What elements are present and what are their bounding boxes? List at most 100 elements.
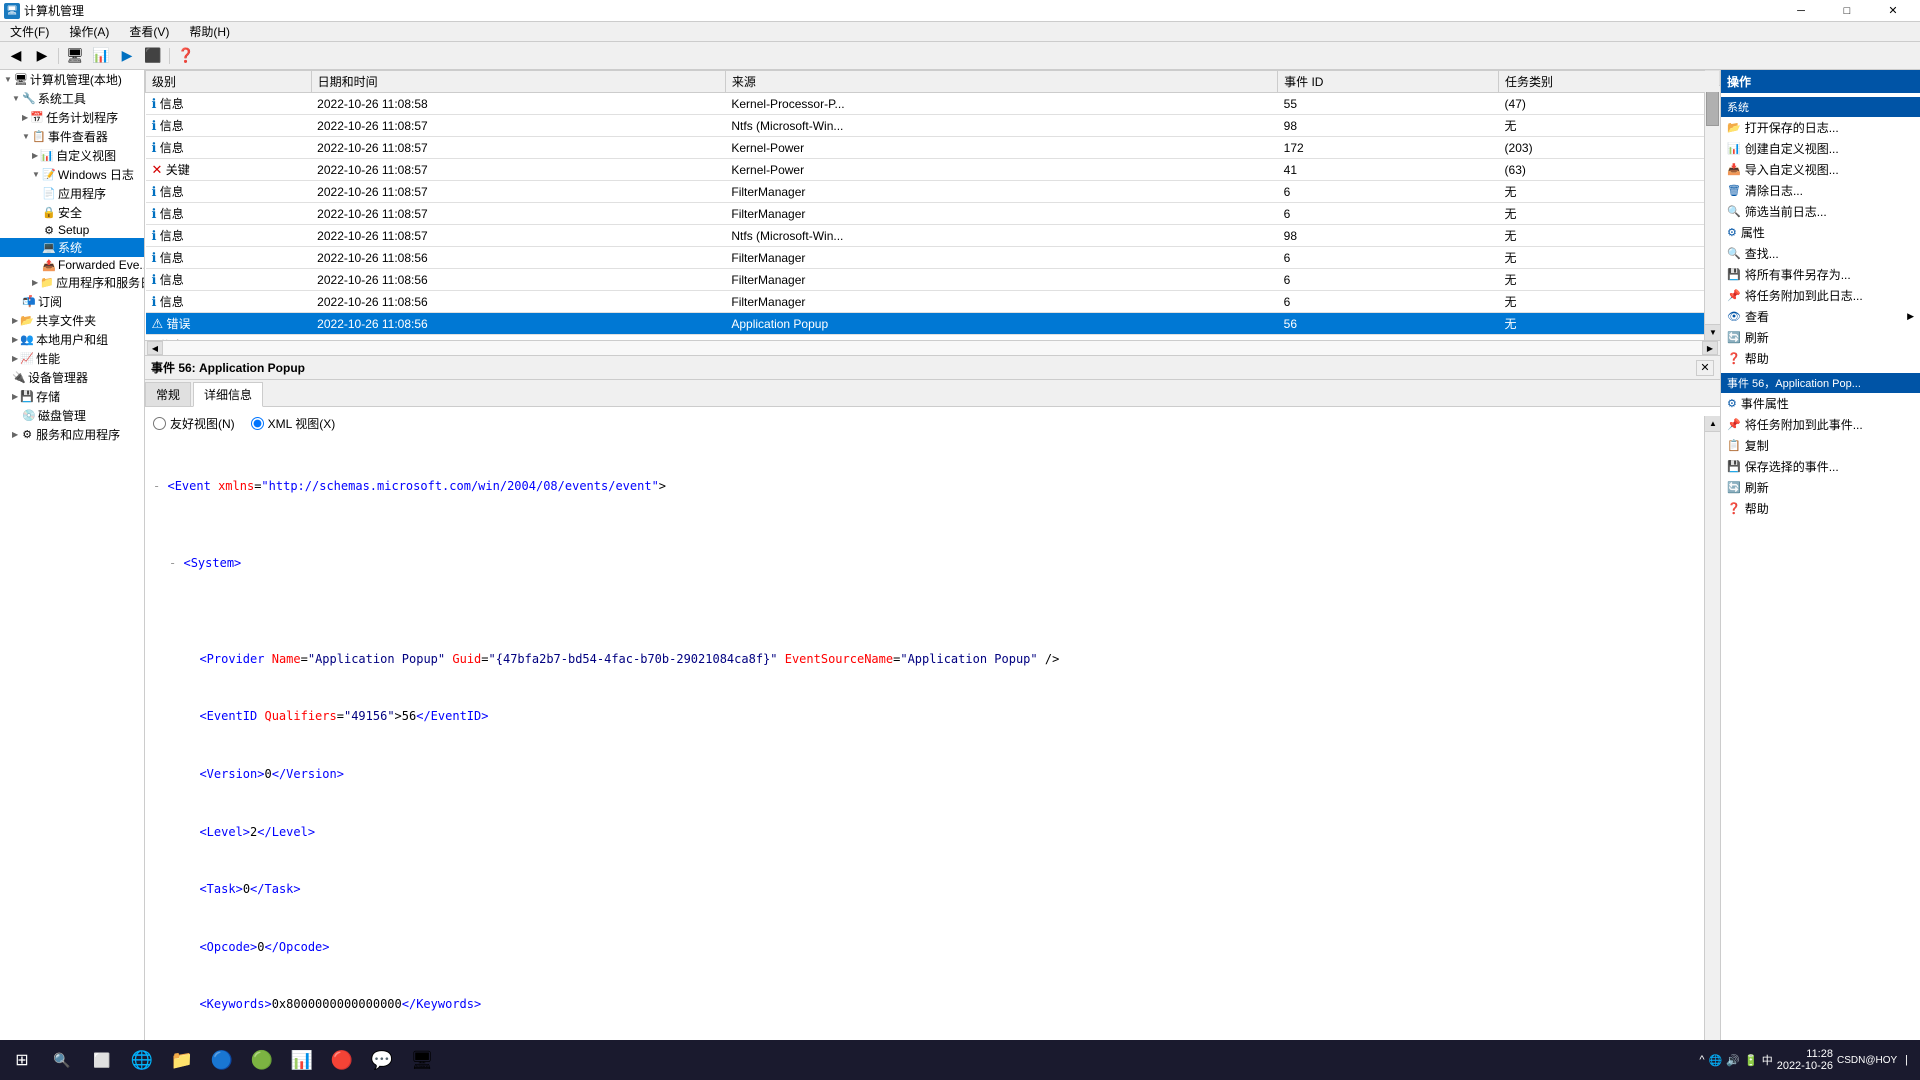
sidebar-item-performance[interactable]: ▶ 📈 性能: [0, 349, 144, 368]
right-panel-event-action-item[interactable]: 📌将任务附加到此事件...: [1721, 414, 1920, 435]
menu-action[interactable]: 操作(A): [63, 22, 115, 41]
sidebar-item-shared-folders[interactable]: ▶ 📂 共享文件夹: [0, 311, 144, 330]
menu-view[interactable]: 查看(V): [123, 22, 175, 41]
right-panel-action-item[interactable]: 📌将任务附加到此日志...: [1721, 285, 1920, 306]
sidebar-item-forwarded[interactable]: 📤 Forwarded Eve...: [0, 257, 144, 273]
vertical-scrollbar[interactable]: ▲ ▼: [1704, 70, 1720, 340]
right-panel-event-action-item[interactable]: ❓帮助: [1721, 498, 1920, 519]
scroll-down-btn[interactable]: ▼: [1705, 324, 1720, 340]
right-panel-action-item[interactable]: 💾将所有事件另存为...: [1721, 264, 1920, 285]
tab-general[interactable]: 常规: [145, 382, 191, 406]
sidebar-item-computer-mgmt[interactable]: ▼ 🖥 计算机管理(本地): [0, 70, 144, 89]
table-row[interactable]: ℹ 信息 2022-10-26 11:08:57 FilterManager 6…: [146, 203, 1720, 225]
minimize-button[interactable]: ─: [1778, 0, 1824, 22]
radio-friendly-view[interactable]: 友好视图(N): [153, 415, 235, 432]
toolbar-forward[interactable]: ▶: [30, 45, 54, 67]
maximize-button[interactable]: □: [1824, 0, 1870, 22]
sidebar-item-task-scheduler[interactable]: ▶ 📅 任务计划程序: [0, 108, 144, 127]
table-row[interactable]: ℹ 信息 2022-10-26 11:08:56 FilterManager 6…: [146, 291, 1720, 313]
event-detail-close-button[interactable]: ✕: [1696, 360, 1714, 376]
col-header-task[interactable]: 任务类别: [1499, 71, 1720, 93]
sidebar-item-subscription[interactable]: 📬 订阅: [0, 292, 144, 311]
xml-scroll-up[interactable]: ▲: [1705, 416, 1720, 432]
taskbar-explorer[interactable]: 📁: [164, 1042, 200, 1078]
tray-battery[interactable]: 🔋: [1744, 1054, 1758, 1067]
right-panel-action-item[interactable]: 🗑清除日志...: [1721, 180, 1920, 201]
table-row[interactable]: ℹ 信息 2022-10-26 11:08:57 Ntfs (Microsoft…: [146, 225, 1720, 247]
radio-xml-view[interactable]: XML 视图(X): [251, 415, 336, 432]
right-panel-event-action-item[interactable]: 💾保存选择的事件...: [1721, 456, 1920, 477]
tray-network[interactable]: 🌐: [1709, 1054, 1723, 1067]
xml-xmlns-link[interactable]: http://schemas.microsoft.com/win/2004/08…: [269, 479, 652, 493]
right-panel-action-item[interactable]: ⚙属性: [1721, 222, 1920, 243]
taskbar-chrome[interactable]: 🔵: [204, 1042, 240, 1078]
taskbar-search[interactable]: 🔍: [44, 1042, 80, 1078]
right-panel-action-item[interactable]: 📂打开保存的日志...: [1721, 117, 1920, 138]
sidebar-item-disk-management[interactable]: 💿 磁盘管理: [0, 406, 144, 425]
table-row[interactable]: ℹ 信息 2022-10-26 11:08:56 FilterManager 6…: [146, 247, 1720, 269]
taskbar-start[interactable]: ⊞: [4, 1042, 40, 1078]
taskbar-time[interactable]: 11:28 2022-10-26: [1777, 1048, 1833, 1072]
toolbar-stop[interactable]: ⬛: [141, 45, 165, 67]
radio-xml-input[interactable]: [251, 417, 264, 430]
toolbar-computer[interactable]: 🖥: [63, 45, 87, 67]
h-scroll-bar[interactable]: ◀ ▶: [145, 340, 1720, 356]
right-panel-action-item[interactable]: 🔍查找...: [1721, 243, 1920, 264]
taskbar-app7[interactable]: 💬: [364, 1042, 400, 1078]
table-row[interactable]: ⚠ 错误 2022-10-26 11:08:56 Application Pop…: [146, 313, 1720, 335]
table-row[interactable]: ℹ 信息 2022-10-26 11:08:57 Ntfs (Microsoft…: [146, 115, 1720, 137]
table-row[interactable]: ℹ 信息 2022-10-26 11:08:57 FilterManager 6…: [146, 181, 1720, 203]
right-panel-event-action-item[interactable]: 🔄刷新: [1721, 477, 1920, 498]
toolbar-chart[interactable]: 📊: [89, 45, 113, 67]
sidebar-item-services-apps[interactable]: ▶ ⚙ 服务和应用程序: [0, 425, 144, 444]
sidebar-item-windows-logs[interactable]: ▼ 📝 Windows 日志: [0, 165, 144, 184]
scroll-left-btn[interactable]: ◀: [147, 341, 163, 355]
right-panel-action-item[interactable]: 📊创建自定义视图...: [1721, 138, 1920, 159]
table-row[interactable]: ℹ 信息 2022-10-26 11:09:03 EventLog 6013 无: [146, 335, 1720, 341]
toolbar-help[interactable]: ❓: [174, 45, 198, 67]
sidebar-item-custom-views[interactable]: ▶ 📊 自定义视图: [0, 146, 144, 165]
col-header-level[interactable]: 级别: [146, 71, 312, 93]
table-row[interactable]: ℹ 信息 2022-10-26 11:08:57 Kernel-Power 17…: [146, 137, 1720, 159]
sidebar-item-application[interactable]: 📄 应用程序: [0, 184, 144, 203]
taskbar-app4[interactable]: 🟢: [244, 1042, 280, 1078]
sidebar-item-system[interactable]: 💻 系统: [0, 238, 144, 257]
xml-vertical-scrollbar[interactable]: ▲ ▼: [1704, 416, 1720, 1050]
sidebar-item-local-users[interactable]: ▶ 👥 本地用户和组: [0, 330, 144, 349]
taskbar-task-view[interactable]: ⬜: [84, 1042, 120, 1078]
taskbar-edge[interactable]: 🌐: [124, 1042, 160, 1078]
right-panel-action-item[interactable]: 📥导入自定义视图...: [1721, 159, 1920, 180]
event-table-container[interactable]: 级别 日期和时间 来源 事件 ID 任务类别 ℹ 信息 2022-10-26 1…: [145, 70, 1720, 340]
right-actions-scroll[interactable]: 系统 📂打开保存的日志...📊创建自定义视图...📥导入自定义视图...🗑清除日…: [1721, 93, 1920, 1050]
tray-show-desktop[interactable]: |: [1901, 1054, 1908, 1066]
table-row[interactable]: ℹ 信息 2022-10-26 11:08:56 FilterManager 6…: [146, 269, 1720, 291]
right-panel-event-action-item[interactable]: ⚙事件属性: [1721, 393, 1920, 414]
right-panel-action-item[interactable]: 🔄刷新: [1721, 327, 1920, 348]
table-row[interactable]: ℹ 信息 2022-10-26 11:08:58 Kernel-Processo…: [146, 93, 1720, 115]
sidebar-item-event-viewer[interactable]: ▼ 📋 事件查看器: [0, 127, 144, 146]
sidebar-item-storage[interactable]: ▶ 💾 存储: [0, 387, 144, 406]
right-panel-event-action-item[interactable]: 📋复制: [1721, 435, 1920, 456]
tray-volume[interactable]: 🔊: [1726, 1054, 1740, 1067]
tray-expand[interactable]: ^: [1699, 1054, 1704, 1066]
table-row[interactable]: ✕ 关键 2022-10-26 11:08:57 Kernel-Power 41…: [146, 159, 1720, 181]
radio-friendly-input[interactable]: [153, 417, 166, 430]
close-button[interactable]: ✕: [1870, 0, 1916, 22]
col-header-datetime[interactable]: 日期和时间: [311, 71, 725, 93]
tab-details[interactable]: 详细信息: [193, 382, 263, 407]
sidebar-item-device-manager[interactable]: 🔌 设备管理器: [0, 368, 144, 387]
sidebar-item-system-tools[interactable]: ▼ 🔧 系统工具: [0, 89, 144, 108]
menu-help[interactable]: 帮助(H): [183, 22, 236, 41]
scroll-right-btn[interactable]: ▶: [1702, 341, 1718, 355]
tray-ime[interactable]: 中: [1762, 1052, 1773, 1068]
sidebar-item-security[interactable]: 🔒 安全: [0, 203, 144, 222]
right-panel-action-item[interactable]: 👁查看▶: [1721, 306, 1920, 327]
right-panel-action-item[interactable]: 🔍筛选当前日志...: [1721, 201, 1920, 222]
taskbar-app5[interactable]: 📊: [284, 1042, 320, 1078]
taskbar-app8[interactable]: 🖥: [404, 1042, 440, 1078]
toolbar-play[interactable]: ▶: [115, 45, 139, 67]
sidebar-item-app-services[interactable]: ▶ 📁 应用程序和服务日志: [0, 273, 144, 292]
menu-file[interactable]: 文件(F): [4, 22, 55, 41]
right-panel-action-item[interactable]: ❓帮助: [1721, 348, 1920, 369]
toolbar-back[interactable]: ◀: [4, 45, 28, 67]
